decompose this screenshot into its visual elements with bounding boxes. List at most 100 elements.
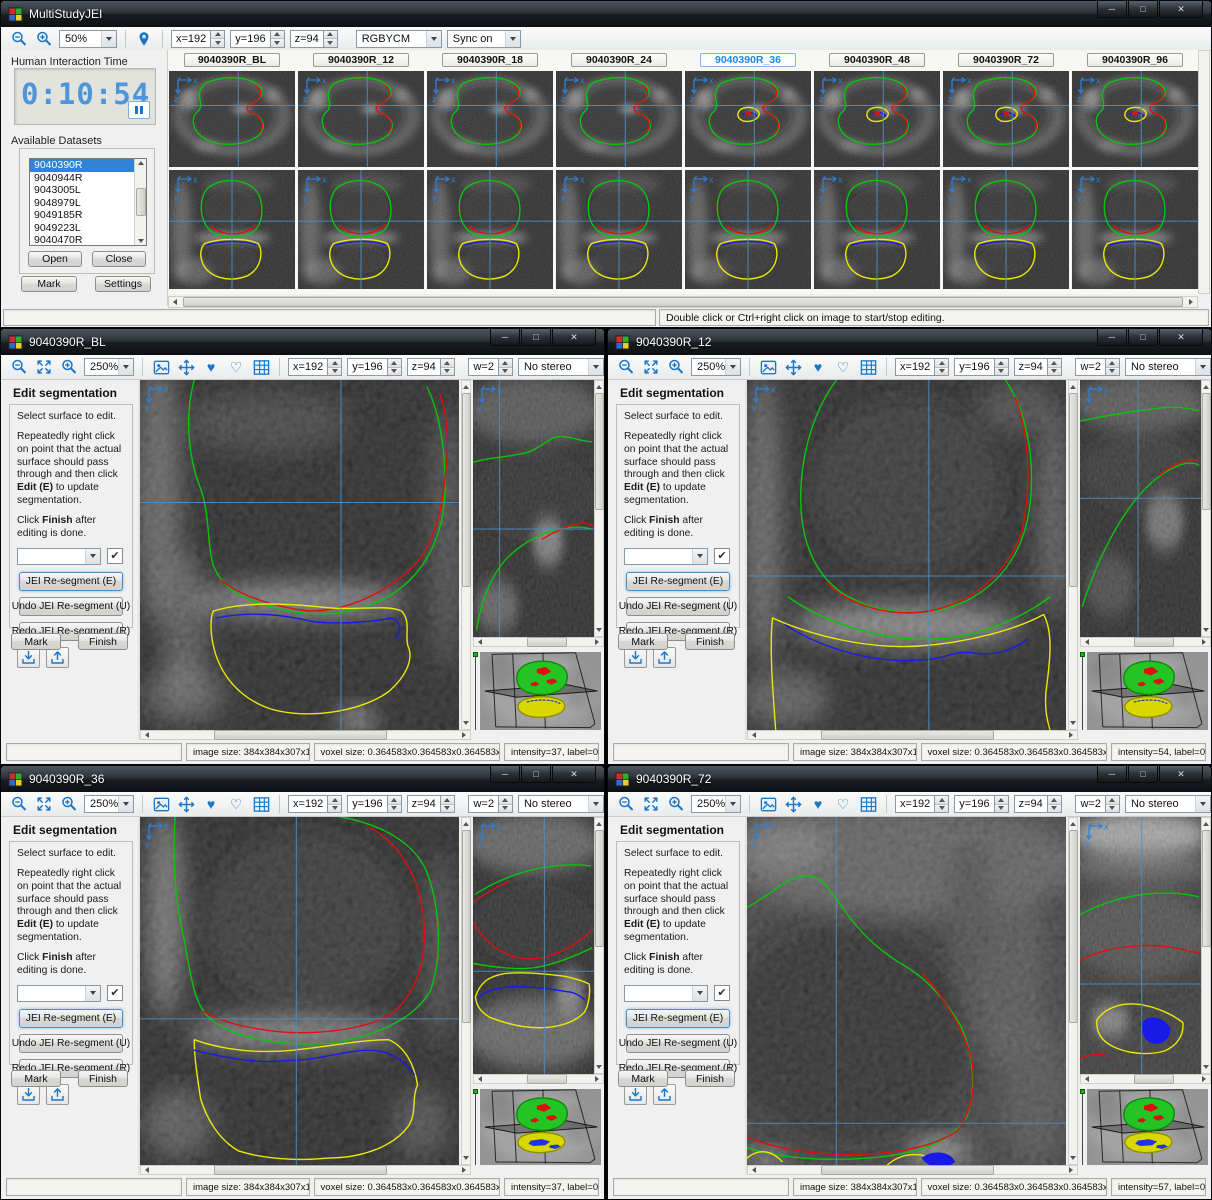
y-coordinate-stepper[interactable]: y=196 (954, 795, 1008, 813)
mark-button[interactable]: Mark (21, 276, 77, 292)
close-button[interactable]: ✕ (1159, 329, 1203, 346)
stereo-mode-select[interactable]: No stereo (1125, 358, 1211, 376)
zoom-out-icon[interactable] (9, 357, 29, 377)
zoom-in-icon[interactable] (666, 794, 686, 814)
window-titlebar[interactable]: 9040390R_72 ─ □ ✕ (608, 766, 1211, 792)
sync-select[interactable]: Sync on (447, 30, 521, 48)
close-dataset-button[interactable]: Close (92, 251, 146, 267)
zoom-out-icon[interactable] (616, 357, 636, 377)
center-cursor-icon[interactable] (176, 357, 196, 377)
thumbnail-horizontal-scrollbar[interactable] (168, 296, 1198, 308)
thumbnail-label[interactable]: 9040390R_48 (829, 53, 925, 67)
zoom-in-icon[interactable] (666, 357, 686, 377)
dataset-list-item[interactable]: 9043005L (30, 184, 146, 197)
finish-button[interactable]: Finish (685, 1070, 735, 1087)
open-button[interactable]: Open (28, 251, 82, 267)
main-slice-view[interactable]: xy (747, 817, 1066, 1165)
heart-filled-icon[interactable]: ♥ (808, 357, 828, 377)
main-view-horizontal-scrollbar[interactable] (747, 1165, 1078, 1175)
close-button[interactable]: ✕ (1159, 766, 1203, 783)
zoom-level-select[interactable]: 250% (84, 795, 134, 813)
render-3d-view[interactable] (1087, 652, 1208, 730)
x-coordinate-stepper[interactable]: x=192 (171, 30, 225, 48)
side-slice-view[interactable]: xz (473, 380, 594, 637)
side-slice-view[interactable]: xz (1080, 380, 1201, 637)
thumbnail-axial-view[interactable]: xz (169, 71, 295, 167)
heart-filled-icon[interactable]: ♥ (201, 357, 221, 377)
thumbnail-label[interactable]: 9040390R_BL (184, 53, 280, 67)
main-slice-view[interactable]: xy (747, 380, 1066, 730)
render-3d-view[interactable] (480, 652, 601, 730)
thumbnail-label[interactable]: 9040390R_24 (571, 53, 667, 67)
heart-outline-icon[interactable]: ♡ (226, 357, 246, 377)
settings-button[interactable]: Settings (95, 276, 151, 292)
thumbnail-sagittal-view[interactable]: xy (556, 170, 682, 289)
close-button[interactable]: ✕ (1159, 1, 1203, 18)
thumbnail-axial-view[interactable]: xz (685, 71, 811, 167)
jei-resegment-button[interactable]: JEI Re-segment (E) (626, 1009, 730, 1028)
heart-outline-icon[interactable]: ♡ (833, 357, 853, 377)
dataset-list-item[interactable]: 9049223L (30, 222, 146, 235)
heart-outline-icon[interactable]: ♡ (833, 794, 853, 814)
x-coordinate-stepper[interactable]: x=192 (895, 358, 949, 376)
maximize-button[interactable]: □ (1128, 329, 1158, 346)
z-coordinate-stepper[interactable]: z=94 (290, 30, 338, 48)
surface-select[interactable] (17, 985, 101, 1002)
thumbnail-sagittal-view[interactable]: xy (169, 170, 295, 289)
dataset-list-item[interactable]: 9040944R (30, 172, 146, 185)
maximize-button[interactable]: □ (1128, 766, 1158, 783)
main-slice-view[interactable]: xy (140, 380, 459, 730)
mark-button[interactable]: Mark (618, 1070, 668, 1087)
y-coordinate-stepper[interactable]: y=196 (347, 795, 401, 813)
datasets-listbox[interactable]: 9040390R 9040944R 9043005L 9048979L 9049… (29, 158, 147, 246)
main-view-horizontal-scrollbar[interactable] (140, 1165, 471, 1175)
thumbnail-sagittal-view[interactable]: xy (1072, 170, 1198, 289)
main-slice-view[interactable]: xy (140, 817, 459, 1165)
heart-filled-icon[interactable]: ♥ (808, 794, 828, 814)
render-3d-view[interactable] (480, 1089, 601, 1165)
side-view-horizontal-scrollbar[interactable] (473, 637, 604, 647)
side-slice-view[interactable]: xz (1080, 817, 1201, 1074)
zoom-out-icon[interactable] (9, 794, 29, 814)
dataset-list-item[interactable]: 9040470R (30, 234, 146, 246)
jei-resegment-button[interactable]: JEI Re-segment (E) (626, 572, 730, 591)
render-slider[interactable] (1080, 652, 1085, 730)
surface-visible-checkbox[interactable]: ✔ (714, 548, 730, 564)
layout-grid-icon[interactable] (251, 794, 271, 814)
thumbnail-label[interactable]: 9040390R_18 (442, 53, 538, 67)
close-button[interactable]: ✕ (552, 766, 596, 783)
center-cursor-icon[interactable] (783, 357, 803, 377)
undo-resegment-button[interactable]: Undo JEI Re-segment (U) (19, 1034, 123, 1053)
zoom-level-select[interactable]: 250% (84, 358, 134, 376)
render-slider[interactable] (1080, 1089, 1085, 1165)
main-view-vertical-scrollbar[interactable] (461, 380, 471, 730)
window-titlebar[interactable]: 9040390R_36 ─ □ ✕ (1, 766, 604, 792)
snapshot-icon[interactable] (151, 357, 171, 377)
thumbnail-label[interactable]: 9040390R_96 (1087, 53, 1183, 67)
snapshot-icon[interactable] (758, 357, 778, 377)
surface-visible-checkbox[interactable]: ✔ (107, 985, 123, 1001)
finish-button[interactable]: Finish (78, 633, 128, 650)
stereo-mode-select[interactable]: No stereo (1125, 795, 1211, 813)
surface-select[interactable] (17, 548, 101, 565)
dataset-list-item[interactable]: 9048979L (30, 197, 146, 210)
main-view-horizontal-scrollbar[interactable] (747, 730, 1078, 740)
surface-visible-checkbox[interactable]: ✔ (107, 548, 123, 564)
window-titlebar[interactable]: 9040390R_12 ─ □ ✕ (608, 329, 1211, 355)
side-view-vertical-scrollbar[interactable] (594, 380, 604, 637)
side-view-horizontal-scrollbar[interactable] (473, 1074, 604, 1084)
z-coordinate-stepper[interactable]: z=94 (407, 358, 455, 376)
z-coordinate-stepper[interactable]: z=94 (1014, 795, 1062, 813)
zoom-level-select[interactable]: 250% (691, 795, 741, 813)
layout-grid-icon[interactable] (858, 794, 878, 814)
maximize-button[interactable]: □ (521, 766, 551, 783)
zoom-in-icon[interactable] (59, 794, 79, 814)
heart-filled-icon[interactable]: ♥ (201, 794, 221, 814)
main-view-vertical-scrollbar[interactable] (461, 817, 471, 1165)
thumbnail-axial-view[interactable]: xz (943, 71, 1069, 167)
zoom-level-select[interactable]: 250% (691, 358, 741, 376)
side-view-horizontal-scrollbar[interactable] (1080, 1074, 1211, 1084)
dataset-list-item[interactable]: 9049185R (30, 209, 146, 222)
zoom-level-select[interactable]: 50% (59, 30, 117, 48)
undo-resegment-button[interactable]: Undo JEI Re-segment (U) (626, 597, 730, 616)
